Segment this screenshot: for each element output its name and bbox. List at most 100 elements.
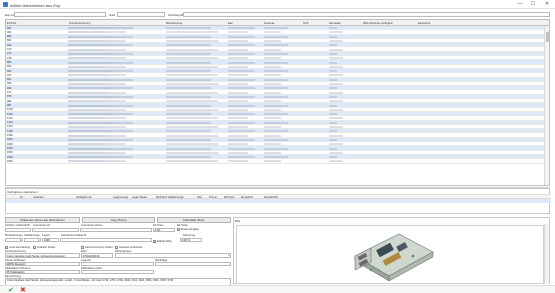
row-exp-id: 961 xyxy=(7,26,12,30)
redacted-cell xyxy=(329,156,337,159)
rueckfrage-input[interactable] xyxy=(155,261,231,266)
redacted-cell xyxy=(329,78,337,81)
kurzbezeichnung-input[interactable]: Cisco Interface Card Serial - Einsteckun… xyxy=(5,253,80,258)
cancel-x-icon[interactable]: ✖ xyxy=(20,286,26,293)
redacted-cell xyxy=(329,40,343,43)
steuer-select[interactable]: MWSt Deutschl xyxy=(5,261,80,266)
redacted-cell xyxy=(228,113,255,116)
mindestmenge-input[interactable]: 1 xyxy=(5,237,23,242)
redacted-cell xyxy=(228,100,248,103)
col-exp-id[interactable]: EXP-ID xyxy=(7,21,16,25)
redacted-cell xyxy=(68,160,126,163)
redacted-cell xyxy=(329,126,343,129)
redacted-cell xyxy=(166,52,211,55)
copy-picture-button[interactable]: Copy Picture xyxy=(82,217,155,223)
redacted-cell xyxy=(228,143,248,146)
redacted-cell xyxy=(166,40,218,43)
redacted-cell xyxy=(228,160,248,163)
redacted-cell xyxy=(68,70,133,73)
maximize-button[interactable]: ☐ xyxy=(527,1,539,8)
kurzbez-exp-input[interactable] xyxy=(5,227,31,232)
lieferanten-row[interactable] xyxy=(6,199,551,203)
datenblatt-button[interactable]: Datenblatt öffnen xyxy=(157,217,231,223)
row-exp-id: 1482 xyxy=(7,129,13,133)
inaktiv-checkbox[interactable] xyxy=(33,246,36,249)
redacted-cell xyxy=(329,70,337,73)
col-kurzbezeichnung[interactable]: Kurzbezeichnung xyxy=(69,21,91,25)
redacted-cell xyxy=(264,83,281,86)
redacted-cell xyxy=(264,117,281,120)
exp-id-input[interactable] xyxy=(14,11,106,17)
redacted-cell xyxy=(228,151,248,154)
grid-scroll-thumb[interactable] xyxy=(546,32,549,42)
row-exp-id: 1801 xyxy=(7,138,13,142)
picture-title: Bild xyxy=(235,218,241,223)
lagerort-select[interactable] xyxy=(81,261,154,266)
col-web-attribute[interactable]: Web-Attribute verfügbar xyxy=(363,21,393,25)
col-einstelldt[interactable]: Einstell.dt. xyxy=(418,21,431,25)
picture-scrollbar[interactable] xyxy=(544,224,549,284)
redacted-cell xyxy=(228,48,248,51)
redacted-cell xyxy=(68,113,133,116)
row-exp-id: 478 xyxy=(7,56,12,60)
lieferanten-artnr-input[interactable] xyxy=(60,237,152,242)
redacted-cell xyxy=(264,78,288,81)
row-exp-id: 981 xyxy=(7,103,12,107)
redacted-cell xyxy=(228,61,255,64)
redacted-cell xyxy=(264,156,288,159)
lotto-checkbox[interactable] xyxy=(5,246,8,249)
search-input[interactable] xyxy=(183,11,550,17)
ek-preis-input[interactable]: 0,00 xyxy=(153,227,175,232)
row-exp-id: 1030 xyxy=(7,108,13,112)
redacted-cell xyxy=(264,74,281,77)
uebernehmen-button[interactable]: Artikel aus obere Liste übernehmen xyxy=(5,217,80,223)
kalk-ident-select[interactable] xyxy=(81,269,154,274)
redacted-cell xyxy=(264,126,281,129)
redacted-cell xyxy=(329,61,337,64)
kalk-select[interactable]: PP-Kalkulation xyxy=(5,269,80,274)
lager-input[interactable]: 1490 xyxy=(42,237,59,242)
redacted-cell xyxy=(68,78,133,81)
brutto-checkbox[interactable] xyxy=(177,228,180,231)
picture-panel: Bild xyxy=(233,217,550,284)
lieferanten-name-input[interactable] xyxy=(80,227,152,232)
redacted-cell xyxy=(68,130,133,133)
garantie-checkbox[interactable] xyxy=(115,246,118,249)
rabatt-checkbox[interactable] xyxy=(153,240,157,244)
col-bezeichnung[interactable]: Bezeichnung xyxy=(166,21,182,25)
col-svp[interactable]: SVP xyxy=(303,21,309,25)
seriennummer-checkbox[interactable] xyxy=(81,246,84,249)
redacted-cell xyxy=(166,151,218,154)
redacted-cell xyxy=(264,48,281,51)
col-ean[interactable]: Ean xyxy=(228,21,233,25)
redacted-cell xyxy=(166,65,218,68)
ean-input[interactable]: 07462229019 xyxy=(81,253,113,258)
redacted-cell xyxy=(264,27,288,30)
col-hersteller[interactable]: Hersteller xyxy=(329,21,341,25)
grid-scrollbar[interactable] xyxy=(544,26,549,185)
minimize-button[interactable]: — xyxy=(514,1,526,8)
close-button[interactable]: ✕ xyxy=(541,1,553,8)
redacted-cell xyxy=(228,83,248,86)
rohertrag-input[interactable]: 0,00 % xyxy=(180,237,202,242)
suel-input[interactable] xyxy=(117,11,165,17)
redacted-cell xyxy=(68,117,126,120)
redacted-cell xyxy=(68,108,126,111)
redacted-cell xyxy=(68,31,126,34)
table-row[interactable]: 1862 xyxy=(6,159,546,164)
staffel-input[interactable]: 1 xyxy=(24,237,41,242)
redacted-cell xyxy=(166,35,211,38)
redacted-cell xyxy=(264,40,281,43)
redacted-cell xyxy=(264,95,288,98)
warengruppe-select[interactable]: ▾ xyxy=(115,253,231,258)
redacted-cell xyxy=(329,83,343,86)
col-garantie[interactable]: Garantie xyxy=(264,21,275,25)
redacted-cell xyxy=(228,117,248,120)
row-exp-id: 1566 xyxy=(7,134,13,138)
row-exp-id: 470 xyxy=(7,48,12,52)
redacted-cell xyxy=(68,83,126,86)
filter-bar: Exp-Id Suel Suchbegriff xyxy=(5,11,550,18)
redacted-cell xyxy=(166,156,211,159)
lieferanten-nr-input[interactable] xyxy=(32,227,79,232)
ok-check-icon[interactable]: ✔ xyxy=(8,286,14,293)
